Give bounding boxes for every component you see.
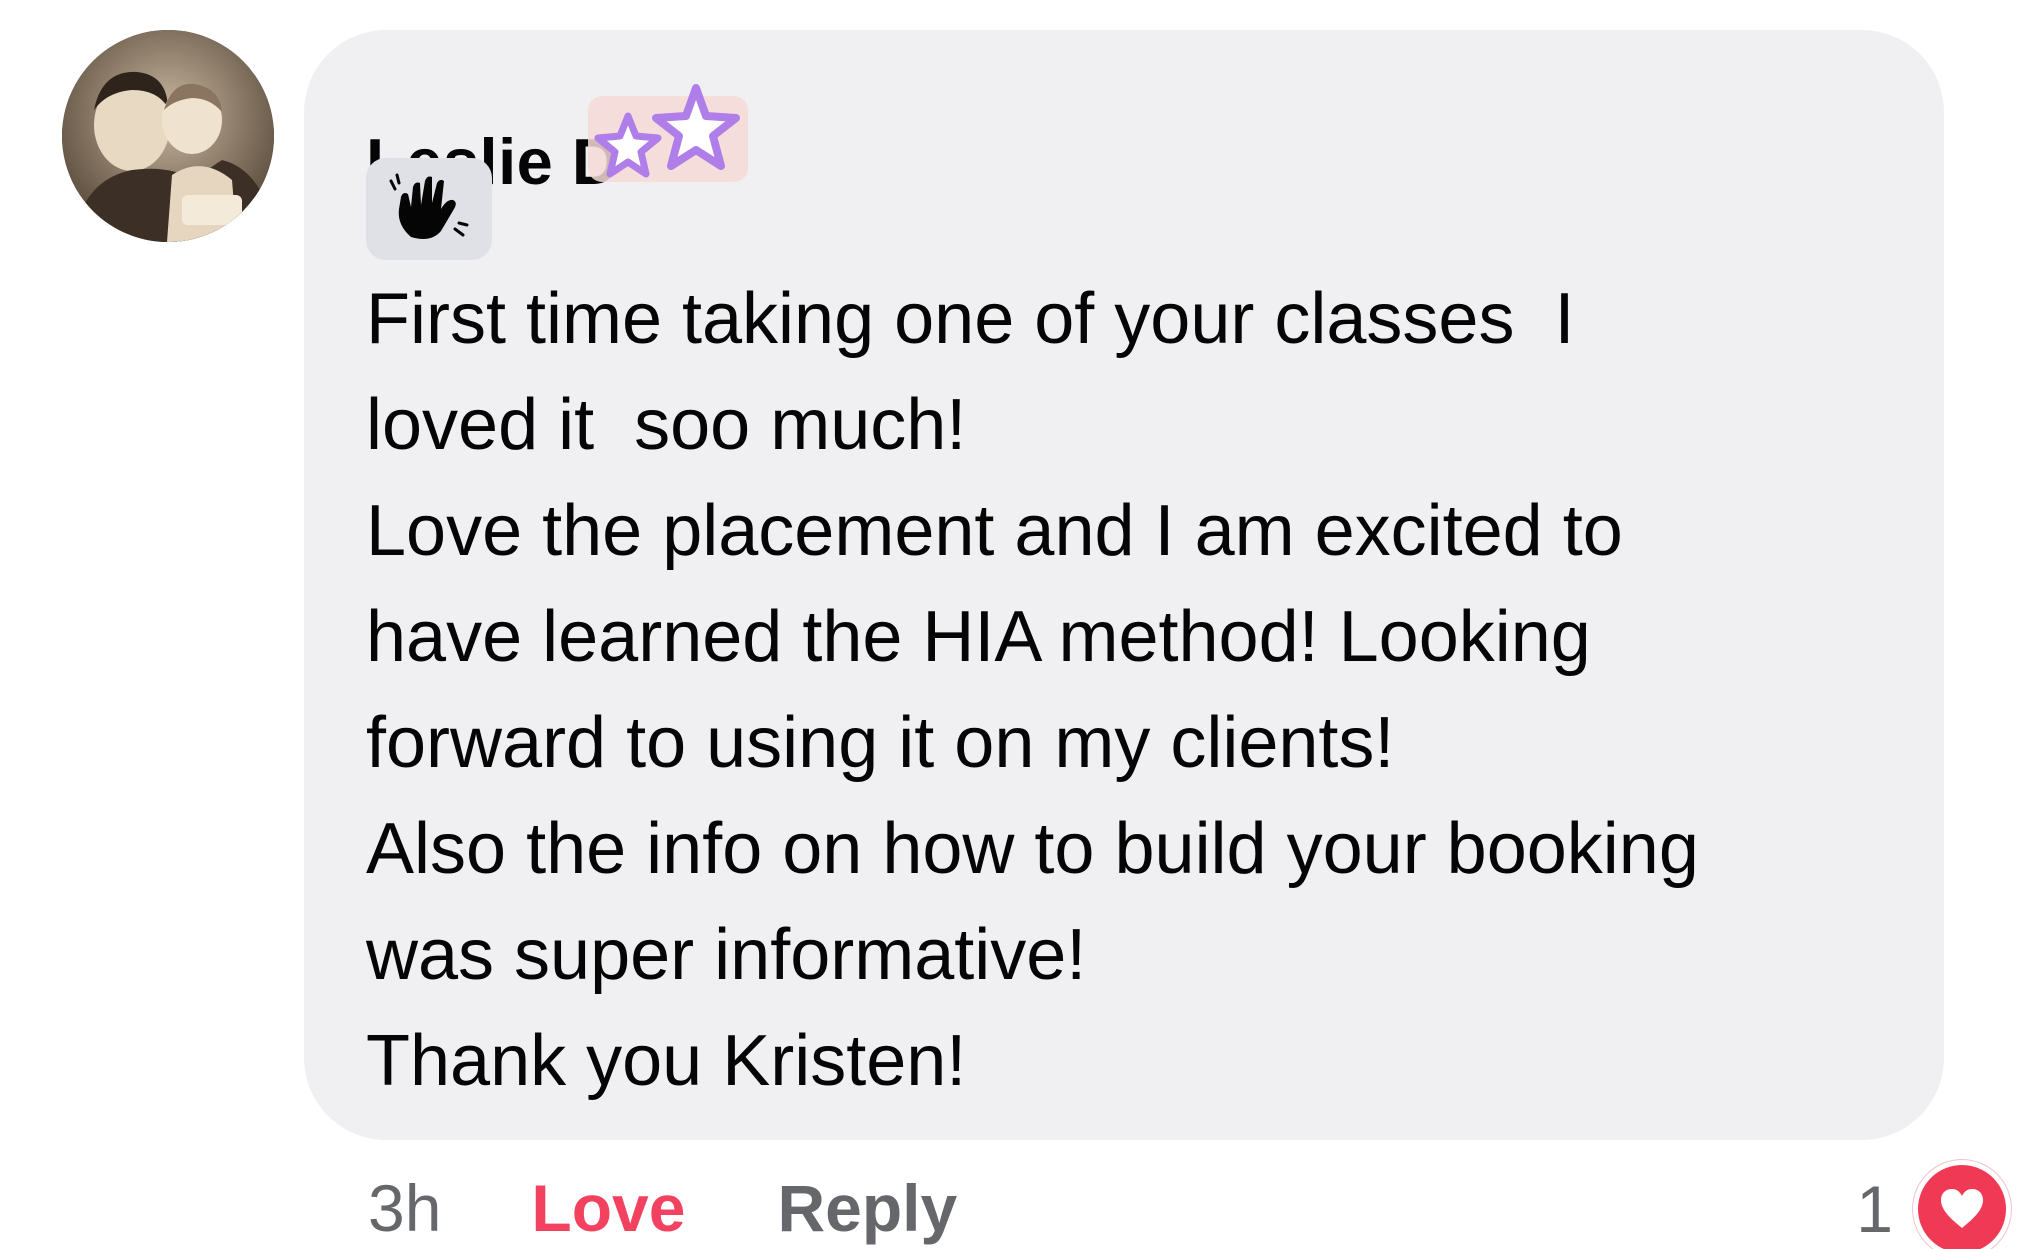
reaction-count: 1 [1856,1172,1893,1246]
stars-sticker-icon [578,78,758,193]
waving-hand-icon [389,173,469,239]
heart-icon [1913,1160,2011,1249]
comment-timestamp[interactable]: 3h [368,1170,441,1246]
author-row: Leslie D [366,78,1884,198]
avatar-photo [62,30,274,242]
reaction-summary[interactable]: 1 [1856,1160,2011,1249]
love-reaction-button[interactable]: Love [531,1170,685,1246]
comment-text: First time taking one of your classes I … [366,279,1699,1101]
comment-page: Leslie D First time taking one of your c… [0,0,2025,1249]
waving-hand-badge [366,158,492,260]
comment-actions: 3h Love Reply [368,1168,957,1248]
reply-button[interactable]: Reply [777,1170,957,1246]
avatar[interactable] [62,30,274,242]
